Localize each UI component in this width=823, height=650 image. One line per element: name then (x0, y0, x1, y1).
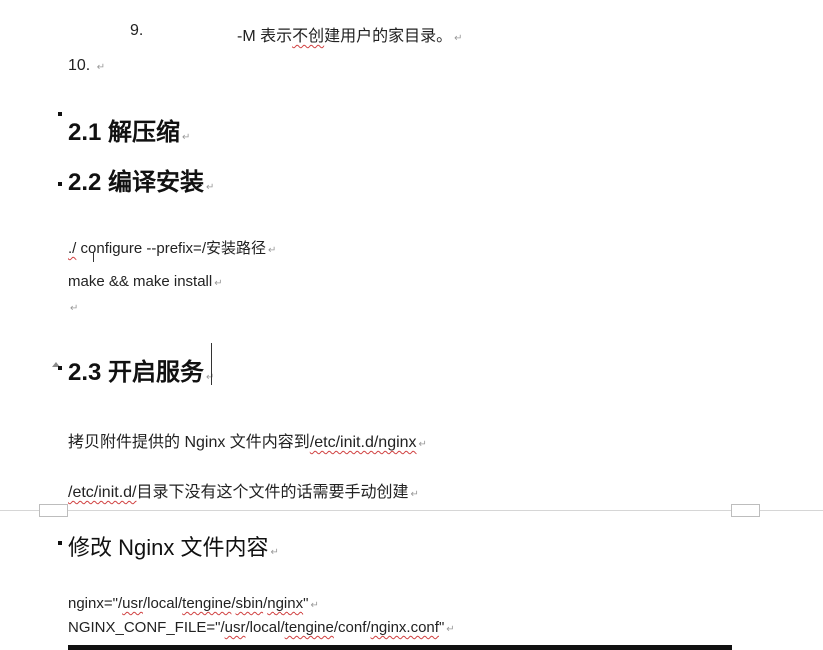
code-segment: tengine (284, 619, 334, 636)
path-text: /etc/init.d/nginx (309, 434, 417, 451)
heading-text: 2.2 编译安装 (68, 169, 205, 196)
heading-bullet-icon (58, 112, 62, 116)
page-break-line (0, 510, 823, 511)
heading-text: 2.1 解压缩 (68, 119, 181, 146)
paragraph-mark: ↵ (446, 624, 455, 635)
paragraph-mark: ↵ (267, 245, 277, 256)
paragraph-mark: ↵ (70, 303, 79, 314)
list-item-9: 9. (130, 22, 143, 40)
create-instruction: /etc/init.d/目录下没有这个文件的话需要手动创建 ↵ (68, 478, 419, 502)
command-text: configure --prefix=/安装路径 (76, 240, 266, 257)
code-segment: /local/ (245, 619, 285, 636)
copy-instruction: 拷贝附件提供的 Nginx 文件内容到/etc/init.d/nginx ↵ (68, 428, 427, 452)
paragraph-mark: ↵ (214, 278, 223, 289)
list-text-a: 表示 (260, 28, 293, 45)
paragraph-mark: ↵ (454, 33, 463, 44)
code-segment: /local/ (142, 595, 183, 612)
heading-bullet-icon (58, 541, 62, 545)
section-heading-2-2: 2.2 编译安装 ↵ (68, 162, 214, 197)
empty-paragraph: ↵ (68, 298, 78, 315)
heading-text: 修改 Nginx 文件内容 (68, 535, 269, 560)
margin-marker-left (39, 504, 68, 517)
section-heading-modify: 修改 Nginx 文件内容 ↵ (68, 530, 279, 562)
heading-text: 2.3 开启服务 (68, 359, 205, 386)
option-flag: -M (237, 28, 256, 45)
text-caret (211, 343, 212, 385)
paragraph-mark: ↵ (96, 62, 106, 73)
code-segment: tengine (182, 595, 232, 612)
section-heading-2-1: 2.1 解压缩 ↵ (68, 112, 190, 147)
nginx-conf-line: NGINX_CONF_FILE="/usr/local/tengine/conf… (68, 619, 455, 636)
code-segment: usr (122, 595, 143, 612)
list-item-10: 10. ↵ (68, 57, 105, 75)
code-segment: nginx.conf (370, 619, 439, 636)
code-segment: nginx (267, 595, 304, 612)
paragraph-text: 目录下没有这个文件的话需要手动创建 (136, 484, 409, 501)
list-number: 9. (130, 22, 144, 39)
paragraph-mark: ↵ (206, 182, 215, 193)
code-segment: " (438, 619, 445, 636)
code-segment: usr (224, 619, 246, 636)
code-segment: NGINX_CONF_FILE="/ (68, 619, 225, 636)
paragraph-mark: ↵ (418, 439, 427, 450)
i-beam-cursor-icon (93, 252, 94, 262)
make-command: make && make install ↵ (68, 273, 223, 290)
heading-bullet-icon (58, 366, 62, 370)
code-segment: sbin (235, 595, 264, 612)
code-segment: /conf/ (333, 619, 371, 636)
paragraph-text: 拷贝附件提供的 Nginx 文件内容到 (68, 434, 310, 451)
command-text: make && make install (68, 273, 213, 290)
list-text-b: 不创 (292, 28, 325, 45)
path-text: /etc/init.d/ (68, 484, 137, 501)
paragraph-mark: ↵ (410, 489, 419, 500)
nginx-path-line: nginx="/usr/local/tengine/sbin/nginx" ↵ (68, 595, 319, 612)
heading-bullet-icon (58, 182, 62, 186)
margin-marker-right (731, 504, 760, 517)
list-text-c: 建用户的家目录。 (324, 28, 453, 45)
list-number: 10. (68, 57, 91, 74)
code-segment: " (303, 595, 309, 612)
list-item-9-text: -M 表示不创建用户的家目录。 ↵ (237, 22, 463, 46)
section-heading-2-3: 2.3 开启服务↵ (68, 352, 214, 387)
configure-command: ./ configure --prefix=/安装路径 ↵ (68, 237, 276, 258)
paragraph-mark: ↵ (270, 547, 279, 558)
paragraph-mark: ↵ (310, 600, 319, 611)
paragraph-mark: ↵ (182, 132, 191, 143)
code-segment: nginx="/ (68, 595, 123, 612)
code-block-edge (68, 645, 732, 650)
